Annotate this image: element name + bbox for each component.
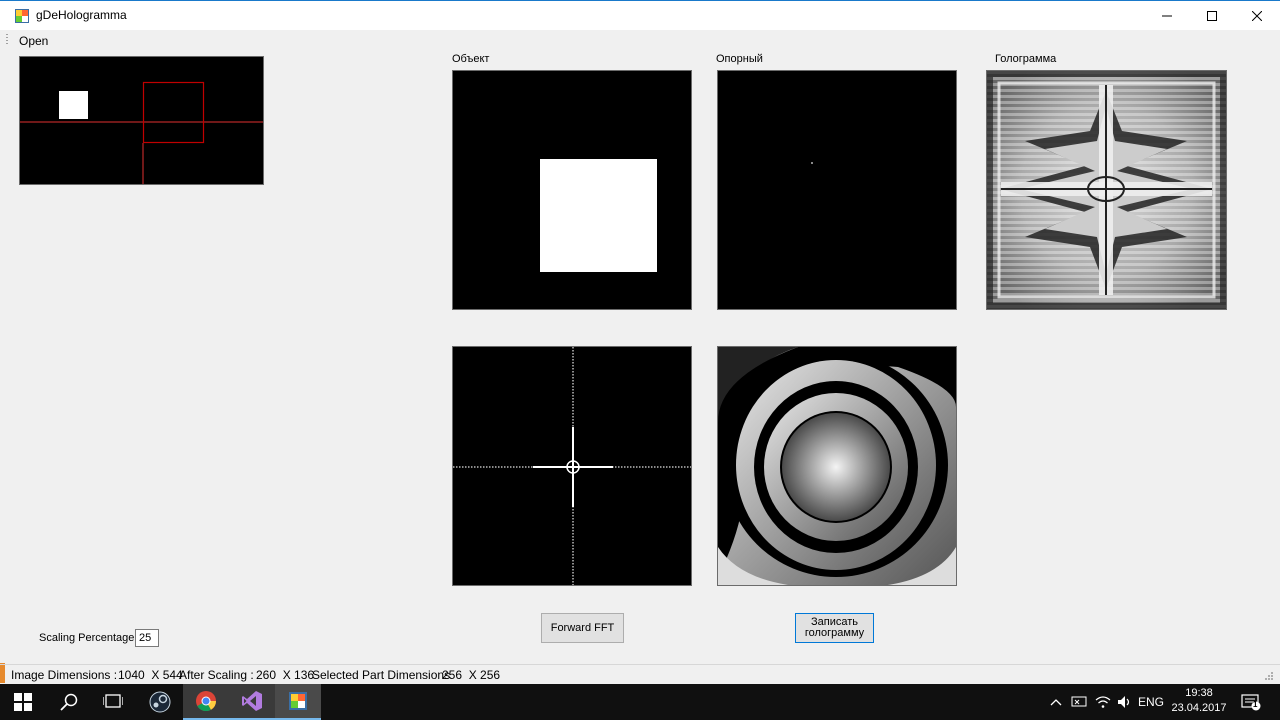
- scaling-input[interactable]: 25: [135, 629, 159, 647]
- visual-studio-icon: [242, 691, 262, 711]
- status-image-dims-label: Image Dimensions :: [11, 668, 118, 682]
- reference-image: [717, 70, 957, 310]
- app-icon: [15, 9, 29, 23]
- gdehologramma-taskbar-button[interactable]: [275, 684, 321, 720]
- gdehologramma-app-icon: [289, 692, 307, 710]
- selection-rect[interactable]: [142, 81, 205, 144]
- status-selected-label: Selected Part Dimensions: [312, 668, 451, 682]
- network-icon: [1071, 696, 1087, 707]
- phase-image: [717, 346, 957, 586]
- maximize-button[interactable]: [1189, 1, 1235, 30]
- object-label: Объект: [452, 53, 490, 65]
- visual-studio-taskbar-button[interactable]: [229, 684, 275, 720]
- notification-count: 1: [1253, 700, 1258, 709]
- volume-icon: [1118, 696, 1130, 708]
- minimize-button[interactable]: [1144, 1, 1190, 30]
- resize-grip-icon[interactable]: [1264, 671, 1274, 681]
- scaling-label: Scaling Percentage: [39, 632, 135, 644]
- start-icon: [14, 693, 32, 711]
- chrome-icon: [196, 691, 217, 712]
- source-preview-image[interactable]: [20, 57, 264, 185]
- title-bar[interactable]: gDeHologramma: [0, 0, 1280, 30]
- status-image-dims-value: 1040 X 544: [118, 668, 183, 682]
- tray-wifi[interactable]: [1092, 684, 1114, 720]
- window-title: gDeHologramma: [36, 8, 127, 22]
- status-after-scaling-label: After Scaling :: [179, 668, 254, 682]
- menu-grip: [6, 34, 8, 46]
- search-icon: [60, 693, 78, 711]
- phase-pattern: [718, 347, 956, 585]
- chevron-up-icon: [1050, 699, 1062, 706]
- steam-taskbar-button[interactable]: [137, 684, 183, 720]
- task-view-button[interactable]: [90, 684, 136, 720]
- tray-time: 19:38: [1185, 687, 1213, 699]
- tray-date: 23.04.2017: [1171, 702, 1227, 714]
- reference-point: [811, 162, 813, 164]
- object-square: [540, 159, 657, 272]
- tray-clock[interactable]: 19:38 23.04.2017: [1166, 686, 1232, 716]
- status-selected-value: 256 X 256: [442, 668, 501, 682]
- start-button[interactable]: [0, 684, 46, 720]
- forward-fft-button[interactable]: Forward FFT: [541, 613, 624, 643]
- fft-spectrum: [453, 347, 691, 585]
- chrome-taskbar-button[interactable]: [183, 684, 229, 720]
- tray-network-status[interactable]: [1068, 684, 1090, 720]
- wifi-icon: [1095, 696, 1111, 708]
- notification-icon: [1241, 694, 1261, 711]
- search-button[interactable]: [46, 684, 92, 720]
- steam-icon: [149, 691, 171, 713]
- status-after-scaling-value: 260 X 136: [256, 668, 315, 682]
- status-bar: Image Dimensions : 1040 X 544 After Scal…: [0, 664, 1280, 684]
- hologram-pattern: [987, 71, 1226, 309]
- forward-fft-label: Forward FFT: [550, 621, 615, 634]
- minimize-icon: [1162, 15, 1172, 16]
- fft-image: [452, 346, 692, 586]
- menu-bar: Open: [0, 30, 1280, 50]
- menu-open[interactable]: Open: [19, 34, 48, 48]
- preview-square: [59, 91, 88, 119]
- object-image: [452, 70, 692, 310]
- record-hologram-label-line2: голограмму: [804, 627, 865, 639]
- tray-language[interactable]: ENG: [1136, 684, 1166, 720]
- maximize-icon: [1207, 10, 1217, 21]
- reference-label: Опорный: [716, 53, 763, 65]
- tray-notifications[interactable]: 1: [1236, 684, 1266, 720]
- source-preview[interactable]: [19, 56, 264, 185]
- tray-volume[interactable]: [1114, 684, 1136, 720]
- task-view-icon: [103, 694, 123, 708]
- record-hologram-button[interactable]: Записать голограмму: [795, 613, 874, 643]
- tray-chevron[interactable]: [1046, 684, 1066, 720]
- taskbar: ENG 19:38 23.04.2017 1: [0, 684, 1280, 720]
- close-button[interactable]: [1234, 1, 1280, 30]
- close-icon: [1252, 10, 1262, 21]
- hologram-image: [986, 70, 1227, 310]
- hologram-label: Голограмма: [995, 53, 1057, 65]
